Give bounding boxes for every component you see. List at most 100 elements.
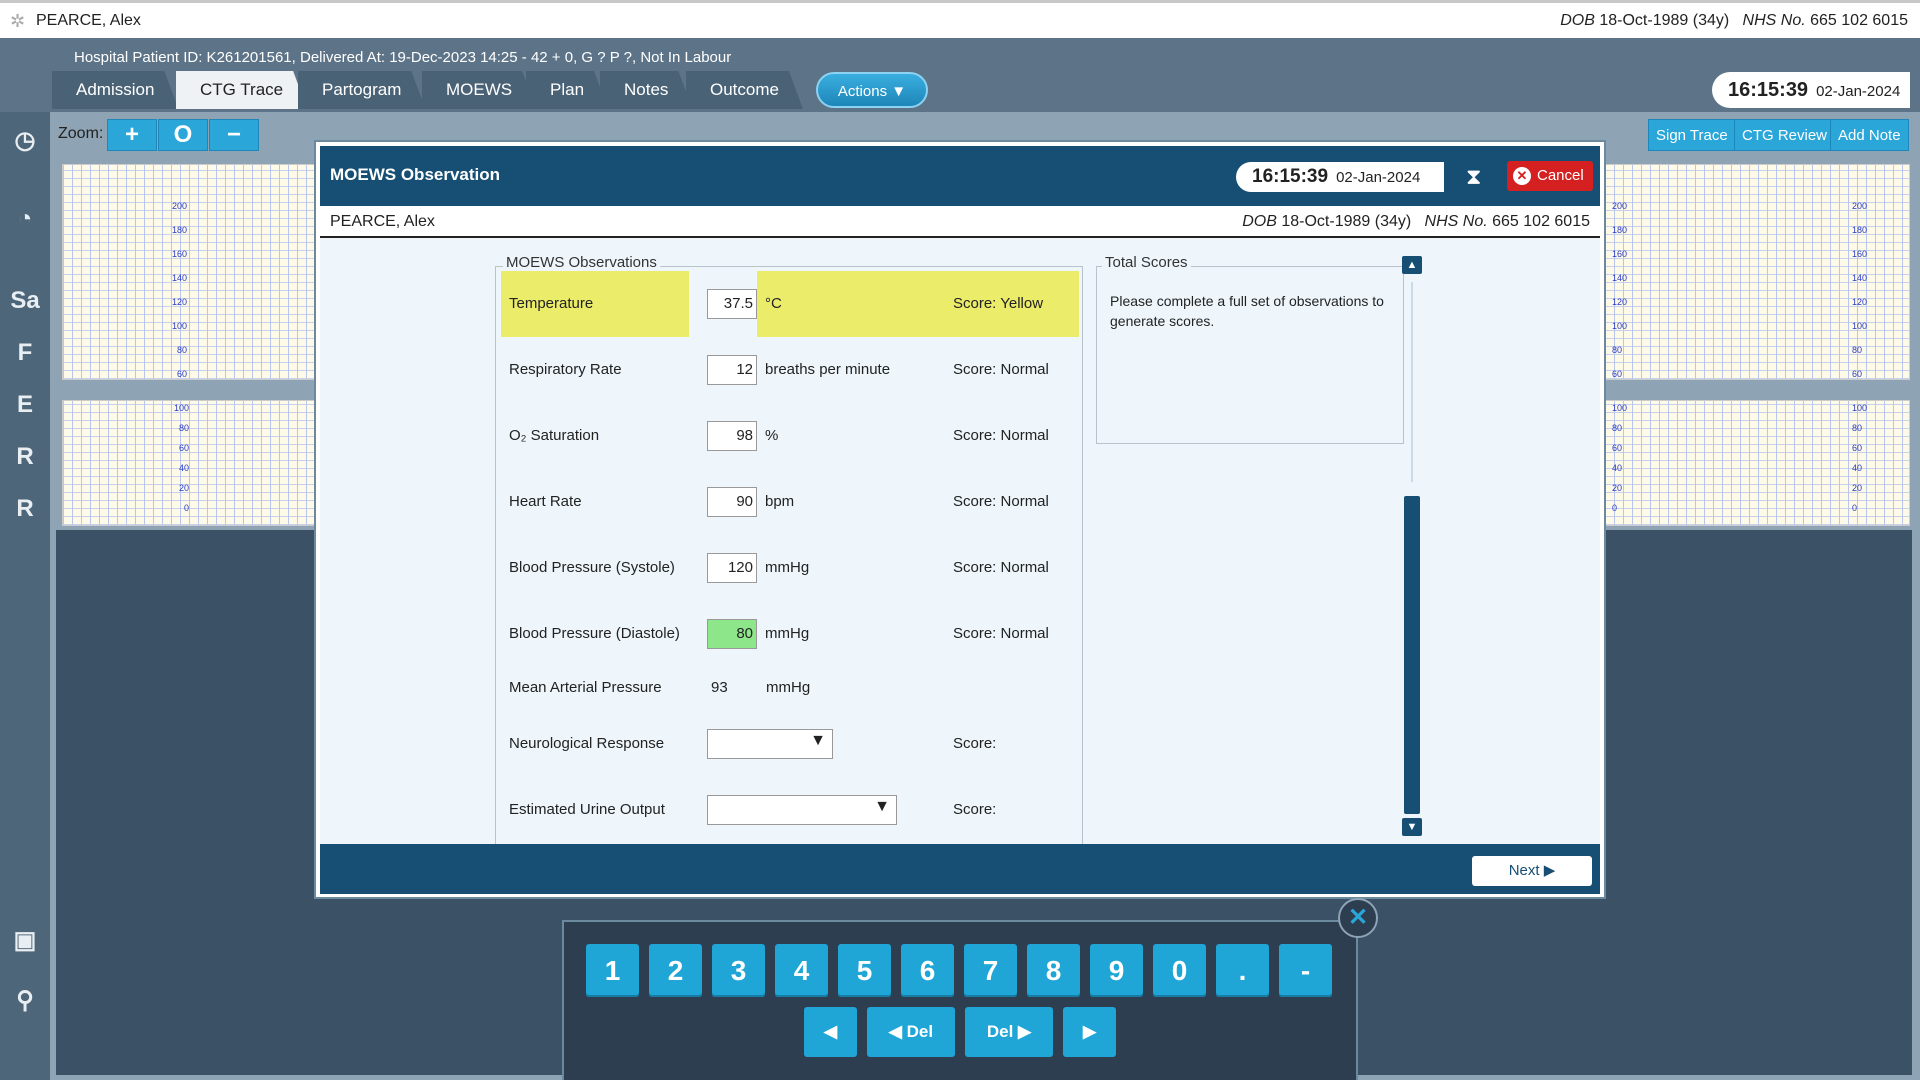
- clock-icon[interactable]: ◷: [6, 122, 44, 160]
- delete-left-button[interactable]: ◀ Del: [867, 1007, 955, 1057]
- search-icon[interactable]: ⚲: [6, 982, 44, 1020]
- actions-button[interactable]: Actions ▼: [816, 72, 928, 108]
- play-arrow-icon: ▶: [1543, 862, 1556, 879]
- obs-score: Score:: [953, 801, 997, 818]
- toco-tick: 80: [1852, 423, 1863, 433]
- key-2[interactable]: 2: [649, 944, 702, 997]
- sidebar-item-e[interactable]: E: [6, 386, 44, 424]
- cancel-button[interactable]: ✕ Cancel: [1507, 161, 1593, 191]
- toco-tick: 40: [179, 463, 190, 473]
- toco-tick: 0: [184, 503, 190, 513]
- delete-right-button[interactable]: Del ▶: [965, 1007, 1053, 1057]
- scroll-thumb[interactable]: [1404, 496, 1420, 814]
- urine-output-select[interactable]: ▼: [707, 795, 897, 825]
- bp-diastole-input[interactable]: 80: [707, 619, 757, 649]
- tab-ctg-trace[interactable]: CTG Trace: [176, 71, 307, 109]
- temperature-input[interactable]: 37.5: [707, 289, 757, 319]
- obs-row-respiratory-rate: Respiratory Rate 12 breaths per minute S…: [496, 337, 1082, 403]
- obs-score: Score: Normal: [953, 361, 1049, 378]
- timer-icon[interactable]: ◔: [6, 200, 44, 238]
- header-time: 16:15:39: [1728, 79, 1809, 101]
- toco-tick: 40: [1852, 463, 1863, 473]
- sign-trace-button[interactable]: Sign Trace: [1648, 119, 1736, 151]
- monitor-icon[interactable]: ▣: [6, 922, 44, 960]
- key-4[interactable]: 4: [775, 944, 828, 997]
- zoom-in-button[interactable]: +: [107, 119, 157, 151]
- cursor-right-button[interactable]: ▶: [1063, 1007, 1116, 1057]
- close-keypad-button[interactable]: ✕: [1338, 898, 1378, 938]
- tab-notes[interactable]: Notes: [600, 71, 692, 109]
- o2-saturation-input[interactable]: 98: [707, 421, 757, 451]
- key-8[interactable]: 8: [1027, 944, 1080, 997]
- fhr-tick: 60: [1852, 369, 1863, 379]
- respiratory-rate-input[interactable]: 12: [707, 355, 757, 385]
- hospital-info-line: Hospital Patient ID: K261201561, Deliver…: [74, 49, 732, 66]
- key-3[interactable]: 3: [712, 944, 765, 997]
- nhs-label: NHS No.: [1424, 213, 1488, 230]
- filter-icon[interactable]: ⧗: [1466, 164, 1481, 190]
- patient-name: PEARCE, Alex: [36, 12, 141, 29]
- obs-label: Mean Arterial Pressure: [509, 679, 662, 696]
- dialog-patient-demographics: DOB 18-Oct-1989 (34y) NHS No. 665 102 60…: [1242, 213, 1590, 231]
- total-scores-legend: Total Scores: [1102, 254, 1191, 271]
- obs-row-bp-systole: Blood Pressure (Systole) 120 mmHg Score:…: [496, 535, 1082, 601]
- dob-label: DOB: [1560, 12, 1595, 29]
- next-button[interactable]: Next ▶: [1472, 856, 1592, 886]
- tab-plan[interactable]: Plan: [526, 71, 608, 109]
- key-6[interactable]: 6: [901, 944, 954, 997]
- scrollbar[interactable]: ▲ ▼: [1402, 256, 1422, 836]
- toco-tick: 20: [1852, 483, 1863, 493]
- zoom-out-button[interactable]: −: [209, 119, 259, 151]
- add-note-button[interactable]: Add Note: [1830, 119, 1909, 151]
- total-scores-message: Please complete a full set of observatio…: [1110, 293, 1384, 329]
- observation-date: 02-Jan-2024: [1336, 169, 1421, 186]
- observation-time: 16:15:39: [1252, 166, 1329, 187]
- key-7[interactable]: 7: [964, 944, 1017, 997]
- obs-label: Neurological Response: [509, 735, 665, 752]
- sidebar-item-f[interactable]: F: [6, 334, 44, 372]
- tab-outcome[interactable]: Outcome: [686, 71, 803, 109]
- neurological-response-select[interactable]: ▼: [707, 729, 833, 759]
- key-0[interactable]: 0: [1153, 944, 1206, 997]
- scroll-up-icon[interactable]: ▲: [1402, 256, 1422, 274]
- toco-tick: 60: [179, 443, 190, 453]
- dialog-patient-bar: PEARCE, Alex DOB 18-Oct-1989 (34y) NHS N…: [320, 206, 1600, 238]
- tab-moews[interactable]: MOEWS: [422, 71, 536, 109]
- obs-label: Temperature: [501, 271, 689, 337]
- key-minus[interactable]: -: [1279, 944, 1332, 997]
- dropdown-arrow-icon: ▼: [874, 798, 890, 815]
- cancel-label: Cancel: [1537, 167, 1584, 184]
- cursor-left-button[interactable]: ◀: [804, 1007, 857, 1057]
- fhr-tick: 140: [172, 273, 188, 283]
- bp-systole-input[interactable]: 120: [707, 553, 757, 583]
- obs-score: Score:: [953, 735, 997, 752]
- fhr-tick: 200: [1612, 201, 1628, 211]
- fhr-tick: 100: [1852, 321, 1868, 331]
- tab-admission[interactable]: Admission: [52, 71, 178, 109]
- navigation-header: Hospital Patient ID: K261201561, Deliver…: [0, 38, 1920, 112]
- sidebar-item-sa[interactable]: Sa: [6, 282, 44, 320]
- fhr-tick: 160: [1852, 249, 1868, 259]
- sidebar-item-r2[interactable]: R: [6, 490, 44, 528]
- key-decimal[interactable]: .: [1216, 944, 1269, 997]
- heart-rate-input[interactable]: 90: [707, 487, 757, 517]
- nhs-label: NHS No.: [1742, 12, 1806, 29]
- zoom-reset-button[interactable]: O: [158, 119, 208, 151]
- key-5[interactable]: 5: [838, 944, 891, 997]
- obs-unit: breaths per minute: [765, 361, 891, 378]
- key-9[interactable]: 9: [1090, 944, 1143, 997]
- map-value: 93: [711, 679, 728, 696]
- toco-tick: 100: [1852, 403, 1868, 413]
- toco-tick: 100: [1612, 403, 1628, 413]
- sidebar-item-r1[interactable]: R: [6, 438, 44, 476]
- obs-row-mean-arterial-pressure: Mean Arterial Pressure 93 mmHg: [496, 665, 1082, 711]
- obs-label: Blood Pressure (Systole): [509, 559, 675, 576]
- ctg-review-button[interactable]: CTG Review: [1734, 119, 1836, 151]
- tab-partogram[interactable]: Partogram: [298, 71, 425, 109]
- key-1[interactable]: 1: [586, 944, 639, 997]
- observation-datetime[interactable]: 16:15:39 02-Jan-2024: [1236, 162, 1444, 192]
- observations-legend: MOEWS Observations: [503, 254, 660, 271]
- scroll-down-icon[interactable]: ▼: [1402, 818, 1422, 836]
- toco-axis-right-b: 100 80 60 40 20 0: [1852, 398, 1867, 518]
- obs-score: Score: Normal: [953, 559, 1049, 576]
